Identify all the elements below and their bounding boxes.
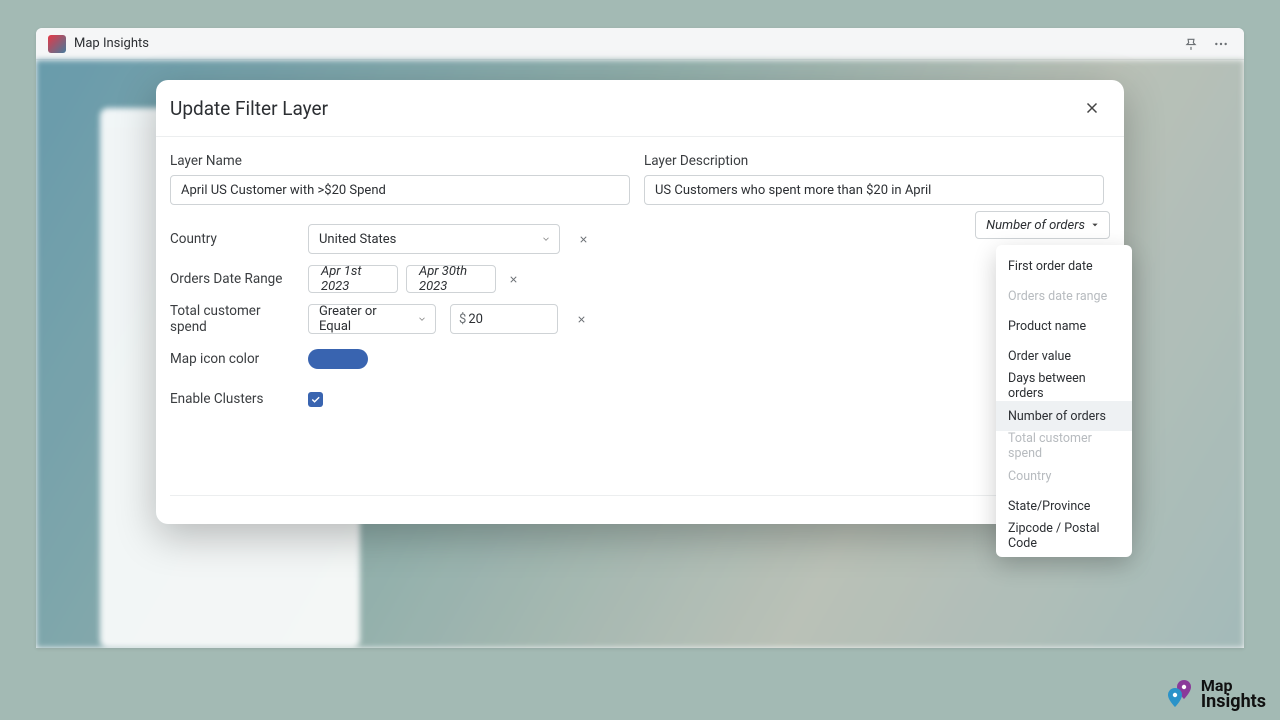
spend-amount-input[interactable] xyxy=(468,312,538,327)
dropdown-item[interactable]: Days between orders xyxy=(996,371,1132,401)
date-end-input[interactable]: Apr 30th 2023 xyxy=(406,265,496,293)
spend-amount-wrapper: $ xyxy=(450,304,558,334)
icon-color-swatch[interactable] xyxy=(308,349,368,369)
clusters-label: Enable Clusters xyxy=(170,391,294,407)
brand-pins-icon xyxy=(1165,678,1195,710)
layer-name-label: Layer Name xyxy=(170,153,630,169)
app-header: Map Insights xyxy=(36,28,1244,60)
modal-body: Layer Name Layer Description Country Uni… xyxy=(156,137,1124,524)
remove-date-filter-icon[interactable] xyxy=(504,270,522,288)
spend-label: Total customer spend xyxy=(170,303,294,335)
date-start-input[interactable]: Apr 1st 2023 xyxy=(308,265,398,293)
chevron-down-icon xyxy=(541,234,551,244)
dropdown-item[interactable]: Zipcode / Postal Code xyxy=(996,521,1132,551)
close-icon[interactable] xyxy=(1080,96,1104,120)
dropdown-item[interactable]: State/Province xyxy=(996,491,1132,521)
add-filter-label: Number of orders xyxy=(986,218,1085,233)
remove-spend-filter-icon[interactable] xyxy=(572,310,590,328)
layer-desc-input[interactable] xyxy=(644,175,1104,205)
chevron-down-icon xyxy=(417,314,427,324)
dropdown-item: Country xyxy=(996,461,1132,491)
dropdown-item[interactable]: Number of orders xyxy=(996,401,1132,431)
date-range-label: Orders Date Range xyxy=(170,271,294,287)
modal-header: Update Filter Layer xyxy=(156,80,1124,137)
country-select[interactable]: United States xyxy=(308,224,560,254)
dropdown-item[interactable]: Order value xyxy=(996,341,1132,371)
brand-logo: Map Insights xyxy=(1165,678,1266,710)
enable-clusters-checkbox[interactable] xyxy=(308,392,323,407)
dropdown-item[interactable]: Product name xyxy=(996,311,1132,341)
layer-name-input[interactable] xyxy=(170,175,630,205)
dropdown-item: Orders date range xyxy=(996,281,1132,311)
country-value: United States xyxy=(319,232,396,247)
caret-down-icon xyxy=(1091,221,1099,229)
currency-prefix: $ xyxy=(459,312,466,327)
spend-operator-select[interactable]: Greater or Equal xyxy=(308,304,436,334)
more-icon[interactable] xyxy=(1210,33,1232,55)
spend-operator-value: Greater or Equal xyxy=(319,304,409,334)
modal-title: Update Filter Layer xyxy=(170,97,328,120)
dropdown-item[interactable]: First order date xyxy=(996,251,1132,281)
add-filter-button[interactable]: Number of orders xyxy=(975,211,1110,239)
app-title: Map Insights xyxy=(74,36,149,51)
remove-country-filter-icon[interactable] xyxy=(574,230,592,248)
modal-divider xyxy=(170,495,1110,496)
add-filter-dropdown: First order dateOrders date rangeProduct… xyxy=(996,245,1132,557)
update-filter-layer-modal: Update Filter Layer Layer Name Layer Des… xyxy=(156,80,1124,524)
icon-color-label: Map icon color xyxy=(170,351,294,367)
layer-desc-label: Layer Description xyxy=(644,153,1104,169)
app-icon xyxy=(48,35,66,53)
dropdown-item: Total customer spend xyxy=(996,431,1132,461)
country-label: Country xyxy=(170,231,294,247)
brand-line2: Insights xyxy=(1201,693,1266,710)
pin-icon[interactable] xyxy=(1180,33,1202,55)
